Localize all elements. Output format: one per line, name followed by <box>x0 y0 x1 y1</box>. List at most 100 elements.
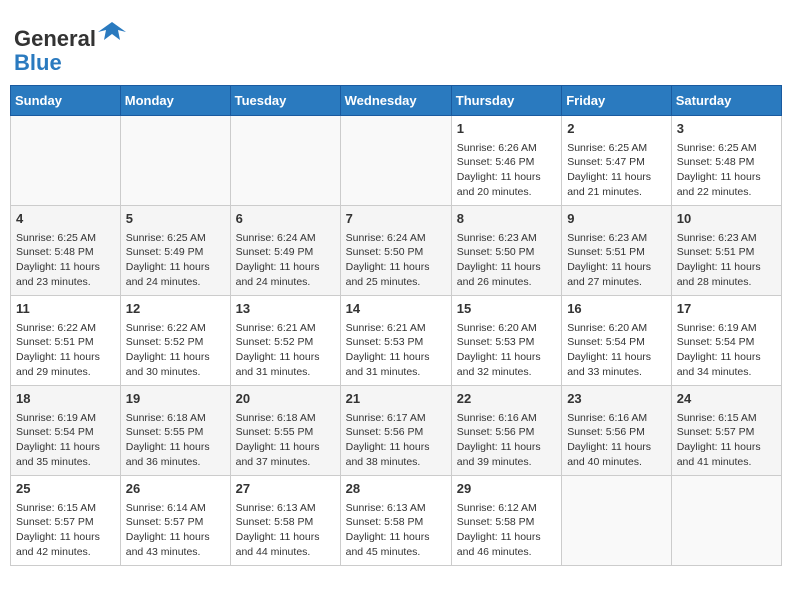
day-info: Sunset: 5:57 PM <box>126 515 225 530</box>
day-info: Sunrise: 6:20 AM <box>457 321 556 336</box>
day-info: Sunrise: 6:23 AM <box>457 231 556 246</box>
day-info: Daylight: 11 hours and 28 minutes. <box>677 260 776 289</box>
day-info: Sunrise: 6:13 AM <box>236 501 335 516</box>
calendar-table: SundayMondayTuesdayWednesdayThursdayFrid… <box>10 85 782 566</box>
day-number: 19 <box>126 390 225 408</box>
day-number: 3 <box>677 120 776 138</box>
day-info: Daylight: 11 hours and 46 minutes. <box>457 530 556 559</box>
header: General Blue <box>10 10 782 79</box>
day-info: Sunset: 5:52 PM <box>126 335 225 350</box>
logo-bird-icon <box>98 18 126 46</box>
calendar-header-row: SundayMondayTuesdayWednesdayThursdayFrid… <box>11 86 782 116</box>
day-info: Sunrise: 6:23 AM <box>567 231 666 246</box>
calendar-day-cell: 22 Sunrise: 6:16 AMSunset: 5:56 PMDayligh… <box>451 386 561 476</box>
calendar-day-cell: 11Sunrise: 6:22 AMSunset: 5:51 PMDayligh… <box>11 296 121 386</box>
day-info: Daylight: 11 hours and 24 minutes. <box>236 260 335 289</box>
day-info: Sunset: 5:56 PM <box>346 425 446 440</box>
day-info: Sunset: 5:58 PM <box>457 515 556 530</box>
day-info: Sunset: 5:55 PM <box>236 425 335 440</box>
day-info: Sunset: 5:48 PM <box>16 245 115 260</box>
calendar-day-cell <box>340 116 451 206</box>
day-number: 7 <box>346 210 446 228</box>
logo-blue: Blue <box>14 50 62 75</box>
day-number: 17 <box>677 300 776 318</box>
day-number: 8 <box>457 210 556 228</box>
calendar-day-cell <box>11 116 121 206</box>
day-info: Daylight: 11 hours and 23 minutes. <box>16 260 115 289</box>
day-info: Sunrise: 6:15 AM <box>677 411 776 426</box>
calendar-day-cell: 15Sunrise: 6:20 AMSunset: 5:53 PMDayligh… <box>451 296 561 386</box>
calendar-day-cell: 16Sunrise: 6:20 AMSunset: 5:54 PMDayligh… <box>562 296 672 386</box>
day-info: Sunrise: 6:25 AM <box>126 231 225 246</box>
day-info: Sunrise: 6:22 AM <box>126 321 225 336</box>
day-number: 9 <box>567 210 666 228</box>
day-info: Sunset: 5:54 PM <box>567 335 666 350</box>
logo-general: General <box>14 26 96 51</box>
day-info: Sunrise: 6:18 AM <box>236 411 335 426</box>
day-info: Sunrise: 6:12 AM <box>457 501 556 516</box>
calendar-day-cell: 21Sunrise: 6:17 AMSunset: 5:56 PMDayligh… <box>340 386 451 476</box>
day-info: Sunset: 5:48 PM <box>677 155 776 170</box>
calendar-day-cell: 2Sunrise: 6:25 AMSunset: 5:47 PMDaylight… <box>562 116 672 206</box>
day-info: Sunrise: 6:21 AM <box>236 321 335 336</box>
day-number: 18 <box>16 390 115 408</box>
calendar-day-cell: 9Sunrise: 6:23 AMSunset: 5:51 PMDaylight… <box>562 206 672 296</box>
day-info: Daylight: 11 hours and 20 minutes. <box>457 170 556 199</box>
day-info: Daylight: 11 hours and 39 minutes. <box>457 440 556 469</box>
calendar-day-cell: 6 Sunrise: 6:24 AMSunset: 5:49 PMDaylight… <box>230 206 340 296</box>
day-number: 25 <box>16 480 115 498</box>
day-info: Sunrise: 6:22 AM <box>16 321 115 336</box>
day-info: Daylight: 11 hours and 35 minutes. <box>16 440 115 469</box>
calendar-day-cell: 23Sunrise: 6:16 AMSunset: 5:56 PMDayligh… <box>562 386 672 476</box>
day-info: Sunset: 5:55 PM <box>126 425 225 440</box>
day-number: 5 <box>126 210 225 228</box>
day-info: Sunrise: 6:20 AM <box>567 321 666 336</box>
day-info: Sunrise: 6:21 AM <box>346 321 446 336</box>
day-number: 12 <box>126 300 225 318</box>
day-number: 28 <box>346 480 446 498</box>
day-number: 6 <box>236 210 335 228</box>
day-info: Daylight: 11 hours and 26 minutes. <box>457 260 556 289</box>
day-info: Sunset: 5:49 PM <box>236 245 335 260</box>
calendar-day-cell <box>562 476 672 566</box>
day-info: Sunset: 5:51 PM <box>567 245 666 260</box>
day-info: Sunrise: 6:16 AM <box>457 411 556 426</box>
day-info: Daylight: 11 hours and 21 minutes. <box>567 170 666 199</box>
day-info: Sunrise: 6:25 AM <box>677 141 776 156</box>
calendar-day-cell <box>230 116 340 206</box>
day-number: 21 <box>346 390 446 408</box>
calendar-day-cell: 10Sunrise: 6:23 AMSunset: 5:51 PMDayligh… <box>671 206 781 296</box>
day-number: 4 <box>16 210 115 228</box>
day-info: Sunset: 5:56 PM <box>457 425 556 440</box>
day-info: Sunset: 5:51 PM <box>677 245 776 260</box>
day-info: Sunset: 5:57 PM <box>16 515 115 530</box>
day-info: Sunset: 5:46 PM <box>457 155 556 170</box>
calendar-day-cell: 3Sunrise: 6:25 AMSunset: 5:48 PMDaylight… <box>671 116 781 206</box>
day-number: 2 <box>567 120 666 138</box>
day-info: Sunset: 5:47 PM <box>567 155 666 170</box>
day-info: Sunset: 5:49 PM <box>126 245 225 260</box>
calendar-day-cell: 29Sunrise: 6:12 AMSunset: 5:58 PMDayligh… <box>451 476 561 566</box>
day-info: Daylight: 11 hours and 40 minutes. <box>567 440 666 469</box>
calendar-day-cell: 24Sunrise: 6:15 AMSunset: 5:57 PMDayligh… <box>671 386 781 476</box>
day-info: Daylight: 11 hours and 29 minutes. <box>16 350 115 379</box>
day-info: Sunset: 5:58 PM <box>346 515 446 530</box>
calendar-day-cell: 5Sunrise: 6:25 AMSunset: 5:49 PMDaylight… <box>120 206 230 296</box>
day-header-saturday: Saturday <box>671 86 781 116</box>
calendar-day-cell: 28Sunrise: 6:13 AMSunset: 5:58 PMDayligh… <box>340 476 451 566</box>
calendar-day-cell: 27Sunrise: 6:13 AMSunset: 5:58 PMDayligh… <box>230 476 340 566</box>
calendar-week-row: 1Sunrise: 6:26 AMSunset: 5:46 PMDaylight… <box>11 116 782 206</box>
day-info: Daylight: 11 hours and 30 minutes. <box>126 350 225 379</box>
day-header-sunday: Sunday <box>11 86 121 116</box>
calendar-week-row: 11Sunrise: 6:22 AMSunset: 5:51 PMDayligh… <box>11 296 782 386</box>
day-info: Sunrise: 6:24 AM <box>236 231 335 246</box>
day-number: 11 <box>16 300 115 318</box>
day-header-friday: Friday <box>562 86 672 116</box>
day-info: Sunset: 5:56 PM <box>567 425 666 440</box>
day-info: Sunrise: 6:19 AM <box>16 411 115 426</box>
day-info: Sunset: 5:58 PM <box>236 515 335 530</box>
calendar-day-cell: 14Sunrise: 6:21 AMSunset: 5:53 PMDayligh… <box>340 296 451 386</box>
calendar-day-cell: 18Sunrise: 6:19 AMSunset: 5:54 PMDayligh… <box>11 386 121 476</box>
day-number: 22 <box>457 390 556 408</box>
day-info: Sunrise: 6:18 AM <box>126 411 225 426</box>
